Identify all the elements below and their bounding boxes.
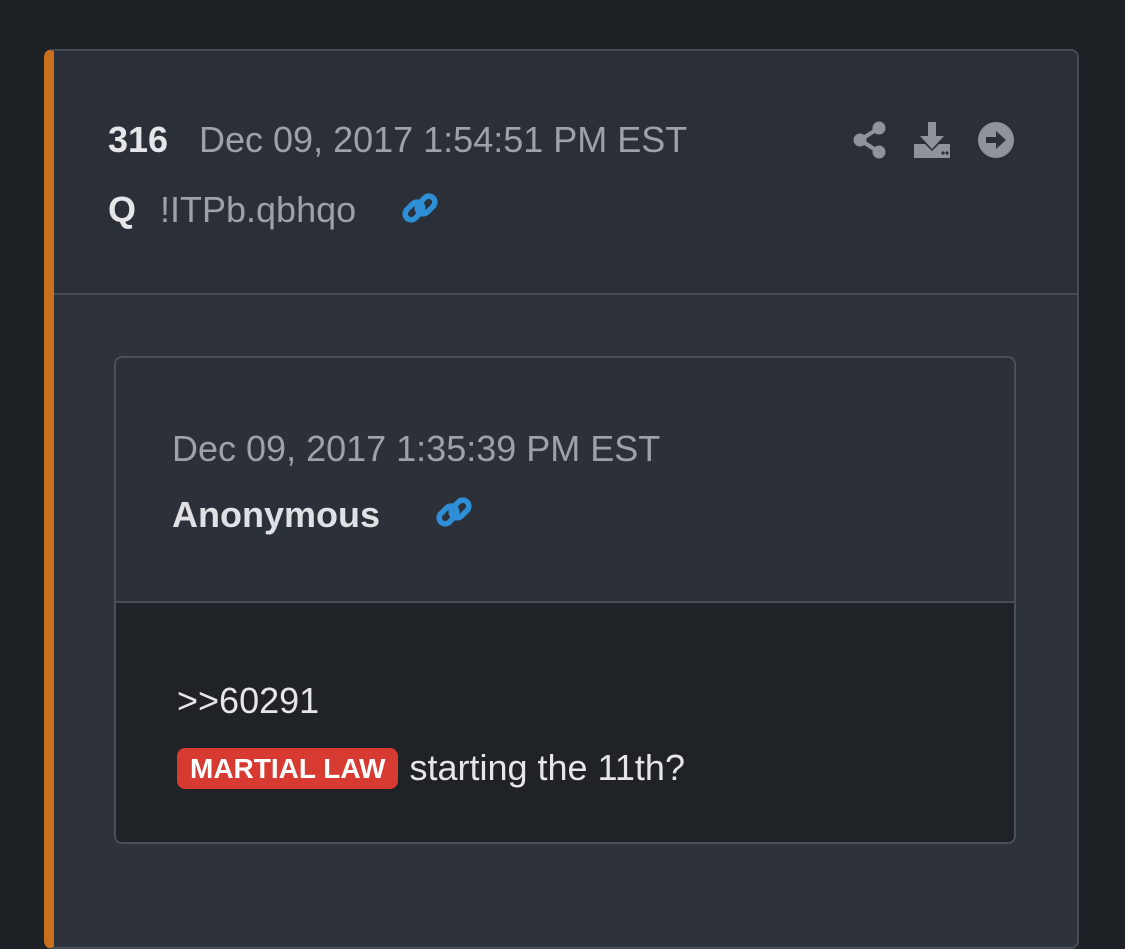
body-text: starting the 11th? bbox=[409, 747, 685, 788]
quoted-post: Dec 09, 2017 1:35:39 PM EST Anonymous >>… bbox=[114, 356, 1016, 844]
quoted-post-author: Anonymous bbox=[172, 494, 381, 535]
post-number[interactable]: 316 bbox=[108, 119, 168, 161]
quoted-post-date: Dec 09, 2017 1:35:39 PM EST bbox=[172, 428, 661, 469]
share-icon[interactable] bbox=[850, 120, 890, 160]
quote-reference-link[interactable]: >>60291 bbox=[177, 680, 319, 722]
quoted-post-body: >>60291 MARTIAL LAW starting the 11th? bbox=[116, 603, 1014, 842]
post-header: 316 Dec 09, 2017 1:54:51 PM EST Q !ITPb.… bbox=[54, 51, 1077, 295]
body-line: MARTIAL LAW starting the 11th? bbox=[177, 745, 685, 791]
author-name: Q bbox=[108, 189, 137, 230]
post-card: 316 Dec 09, 2017 1:54:51 PM EST Q !ITPb.… bbox=[44, 49, 1079, 949]
highlight-tag-badge: MARTIAL LAW bbox=[177, 747, 399, 789]
author-tripcode: !ITPb.qbhqo bbox=[160, 189, 357, 230]
quoted-post-header: Dec 09, 2017 1:35:39 PM EST Anonymous bbox=[116, 358, 1014, 603]
download-icon[interactable] bbox=[912, 120, 952, 160]
link-icon[interactable] bbox=[400, 188, 440, 228]
arrow-right-circle-icon[interactable] bbox=[976, 120, 1016, 160]
post-date: Dec 09, 2017 1:54:51 PM EST bbox=[199, 119, 688, 160]
link-icon[interactable] bbox=[434, 492, 474, 532]
